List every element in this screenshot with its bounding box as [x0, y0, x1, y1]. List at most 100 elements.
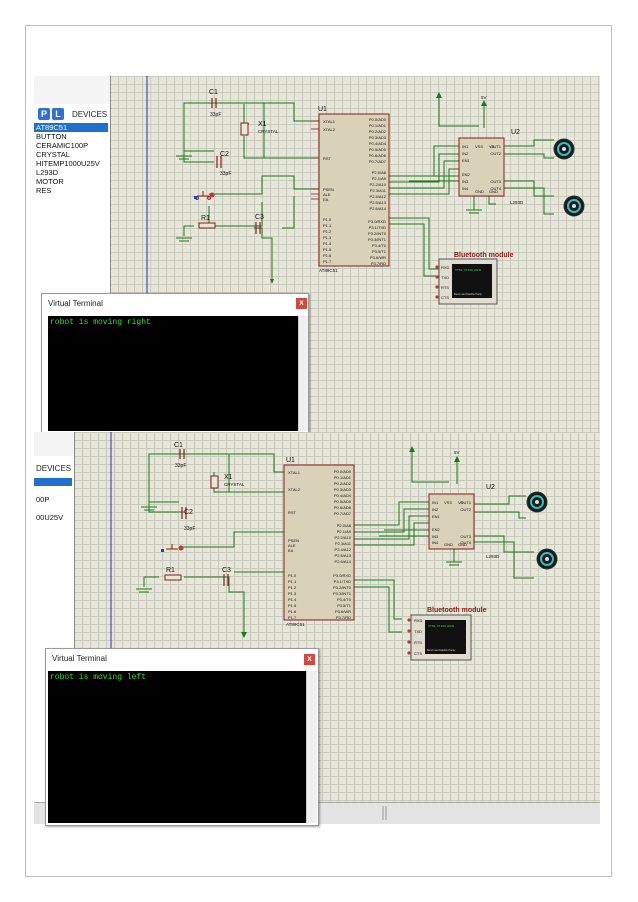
svg-text:RTS: RTS [441, 285, 449, 290]
svg-text:P1.3: P1.3 [288, 591, 297, 596]
terminal-scrollbar[interactable] [306, 671, 317, 823]
bluetooth-title: Bluetooth module [427, 607, 487, 614]
svg-text:GND: GND [489, 189, 498, 194]
svg-text:VT52, VT100, ANSI: VT52, VT100, ANSI [428, 624, 454, 628]
svg-text:P1.5: P1.5 [288, 603, 297, 608]
svg-text:P3.1/TXD: P3.1/TXD [369, 225, 386, 230]
svg-text:P0.6/AD6: P0.6/AD6 [369, 153, 387, 158]
svg-text:P3.0/RXD: P3.0/RXD [333, 573, 351, 578]
terminal-screen[interactable]: robot is moving left [48, 671, 306, 823]
u1-right-pins-p0: P0.0/AD0 P0.1/AD1 P0.2/AD2 P0.3/AD3 P0.4… [369, 117, 387, 164]
svg-text:EN1: EN1 [462, 158, 471, 163]
svg-text:P2.5/A13: P2.5/A13 [370, 200, 387, 205]
svg-text:P2.1/A9: P2.1/A9 [372, 176, 387, 181]
svg-text:XTAL1: XTAL1 [288, 470, 301, 475]
svg-text:P2.1/A9: P2.1/A9 [337, 529, 352, 534]
u2-part: L293D [510, 200, 524, 205]
svg-text:OUT3: OUT3 [490, 179, 501, 184]
svg-text:Baud rate Databits Parity: Baud rate Databits Parity [454, 293, 483, 296]
svg-text:GND: GND [444, 542, 453, 547]
svg-text:P2.2/A10: P2.2/A10 [335, 535, 352, 540]
svg-text:RXD: RXD [414, 618, 423, 623]
c1-value: 33pF [175, 463, 186, 469]
svg-text:EN2: EN2 [462, 172, 471, 177]
svg-text:P1.0: P1.0 [288, 573, 297, 578]
svg-text:RTS: RTS [414, 640, 422, 645]
svg-text:P2.2/A10: P2.2/A10 [370, 182, 387, 187]
svg-text:P3.1/TXD: P3.1/TXD [334, 579, 351, 584]
motor-1[interactable] [553, 138, 575, 160]
svg-text:XTAL2: XTAL2 [323, 127, 336, 132]
svg-text:OUT2: OUT2 [490, 151, 501, 156]
svg-text:RXD: RXD [441, 265, 450, 270]
virtual-terminal-window-bottom[interactable]: Virtual Terminal x robot is moving left [45, 648, 319, 826]
u1-left-pins-p1: P1.0 P1.1 P1.2 P1.3 P1.4 P1.5 P1.6 P1.7 [323, 217, 332, 264]
logic-probe-blue [161, 549, 164, 552]
svg-text:P1.7: P1.7 [323, 259, 332, 264]
svg-text:OUT2: OUT2 [460, 507, 471, 512]
svg-text:P0.4/AD4: P0.4/AD4 [334, 493, 352, 498]
terminal-scrollbar[interactable] [298, 316, 308, 431]
svg-text:RST: RST [323, 156, 332, 161]
svg-text:IN3: IN3 [432, 534, 439, 539]
svg-text:EA: EA [288, 548, 294, 553]
c1-label: C1 [174, 442, 183, 449]
svg-text:P3.6/WR: P3.6/WR [370, 255, 386, 260]
svg-text:EN2: EN2 [432, 527, 441, 532]
svg-text:VSS: VSS [475, 144, 483, 149]
u1-right-pins-p2: P2.0/A8 P2.1/A9 P2.2/A10 P2.3/A11 P2.4/A… [370, 170, 387, 211]
motor-2[interactable] [563, 195, 585, 217]
x1-value: CRYSTAL [224, 482, 245, 487]
c2-label: C2 [220, 151, 229, 158]
c3-label: C3 [255, 214, 264, 221]
vcc-label: 5V [481, 95, 487, 100]
c2-label: C2 [184, 509, 193, 516]
x1-value: CRYSTAL [258, 129, 279, 134]
svg-text:P0.5/AD5: P0.5/AD5 [369, 147, 387, 152]
svg-text:IN3: IN3 [462, 179, 469, 184]
vcc-label: 5V [454, 450, 460, 455]
svg-text:P3.4/T0: P3.4/T0 [372, 243, 387, 248]
svg-text:P0.1/AD1: P0.1/AD1 [334, 475, 352, 480]
logic-probe-blue [194, 196, 197, 199]
svg-text:EA: EA [323, 197, 329, 202]
svg-text:VT52, VT100, ANSI: VT52, VT100, ANSI [455, 268, 481, 272]
svg-text:P1.6: P1.6 [288, 609, 297, 614]
close-icon[interactable]: x [296, 298, 307, 309]
u1-label: U1 [286, 457, 295, 464]
svg-text:P0.6/AD6: P0.6/AD6 [334, 505, 352, 510]
c2-value: 33pF [220, 171, 231, 177]
svg-text:P1.0: P1.0 [323, 217, 332, 222]
svg-text:IN1: IN1 [462, 144, 469, 149]
svg-text:IN2: IN2 [462, 151, 469, 156]
svg-text:P2.5/A13: P2.5/A13 [335, 553, 352, 558]
svg-text:P1.4: P1.4 [323, 241, 332, 246]
svg-text:P0.2/AD2: P0.2/AD2 [369, 129, 387, 134]
svg-text:P2.6/A14: P2.6/A14 [335, 559, 352, 564]
svg-text:P0.1/AD1: P0.1/AD1 [369, 123, 387, 128]
close-icon[interactable]: x [304, 654, 315, 665]
x1-label: X1 [224, 474, 233, 481]
svg-text:XTAL1: XTAL1 [323, 119, 336, 124]
svg-text:P1.2: P1.2 [323, 229, 332, 234]
svg-text:P3.4/T0: P3.4/T0 [337, 597, 352, 602]
x1-label: X1 [258, 121, 267, 128]
motor-2[interactable] [536, 548, 558, 570]
c3-label: C3 [222, 567, 231, 574]
svg-text:GND: GND [475, 189, 484, 194]
virtual-terminal-window-top[interactable]: Virtual Terminal x robot is moving right [41, 293, 309, 434]
svg-text:P1.1: P1.1 [323, 223, 332, 228]
svg-text:P2.3/A11: P2.3/A11 [335, 541, 352, 546]
svg-text:OUT3: OUT3 [460, 534, 471, 539]
c2-value: 33pF [184, 526, 195, 532]
u2-label: U2 [486, 484, 495, 491]
svg-text:CTS: CTS [441, 295, 449, 300]
r1-label: R1 [201, 215, 210, 222]
svg-text:P1.2: P1.2 [288, 585, 297, 590]
svg-text:P1.6: P1.6 [323, 253, 332, 258]
logic-probe-red [209, 192, 215, 198]
terminal-screen[interactable]: robot is moving right [48, 316, 298, 431]
terminal-title: Virtual Terminal [52, 654, 107, 663]
motor-1[interactable] [526, 491, 548, 513]
u1-part: AT89C51 [286, 622, 305, 627]
